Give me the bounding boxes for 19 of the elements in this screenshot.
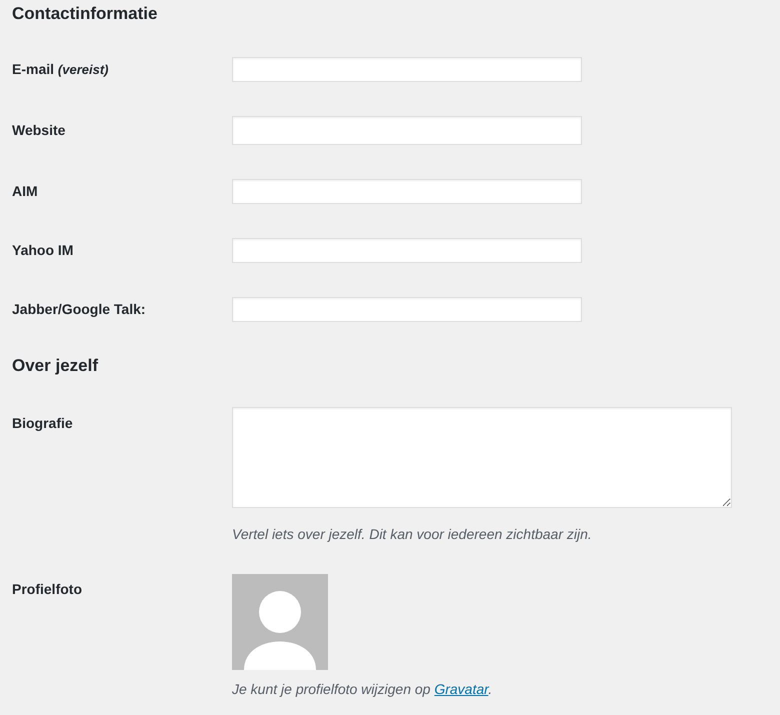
text-input[interactable]	[232, 297, 582, 322]
text-input[interactable]	[232, 116, 582, 145]
field-label: Website	[12, 122, 66, 138]
field-label: E-mail (vereist)	[12, 60, 108, 76]
field-label: Jabber/Google Talk:	[12, 300, 146, 316]
field-label: Yahoo IM	[12, 242, 74, 258]
field-description: Je kunt je profielfoto wijzigen op Gravatar.	[232, 680, 492, 699]
field-label: AIM	[12, 182, 38, 198]
section-heading: Over jezelf	[12, 356, 99, 376]
field-description: Vertel iets over jezelf. Dit kan voor iedereen zichtbaar zijn.	[232, 525, 593, 544]
avatar-silhouette-icon	[232, 574, 328, 670]
text-input[interactable]	[232, 179, 582, 204]
biography-textarea[interactable]	[232, 407, 732, 508]
text-input[interactable]	[232, 57, 582, 82]
section-heading: Contactinformatie	[12, 4, 158, 24]
gravatar-link[interactable]: Gravatar	[434, 681, 488, 697]
field-label: Profielfoto	[12, 581, 82, 597]
field-label: Biografie	[12, 415, 73, 431]
text-input[interactable]	[232, 238, 582, 263]
